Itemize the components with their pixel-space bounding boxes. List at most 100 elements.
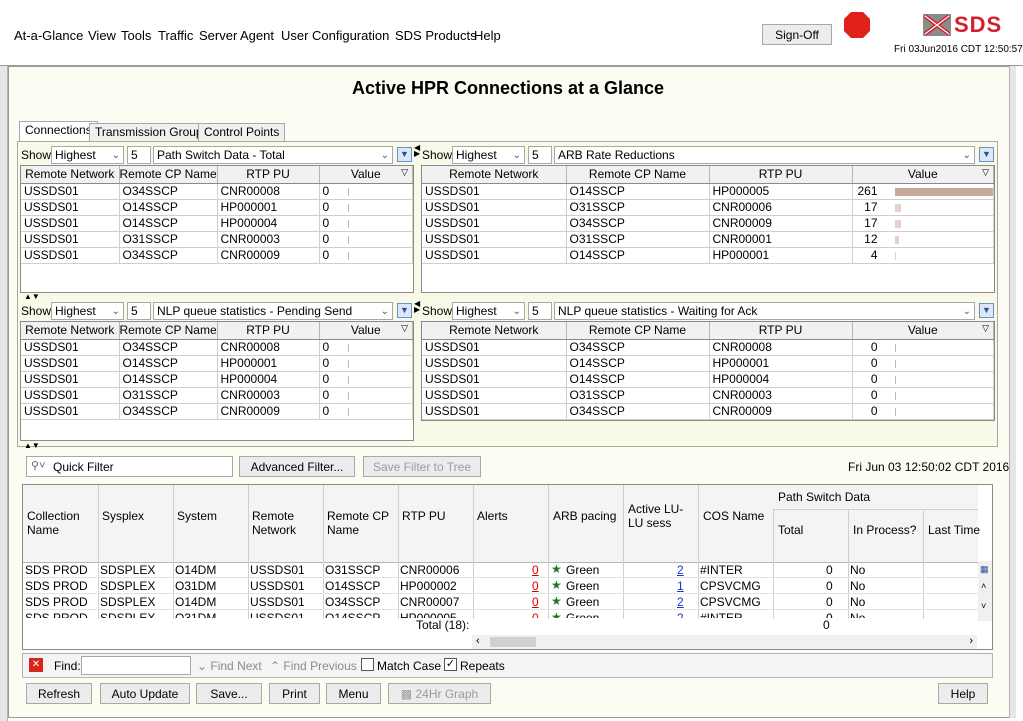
table-row[interactable]: USSDS01 O34SSCP CNR00008 0 [21, 183, 413, 200]
table-row[interactable]: USSDS01 O14SSCP HP000001 0 [21, 199, 413, 216]
col-remote-cp-name[interactable]: Remote CP Name [119, 322, 218, 340]
menu-help[interactable]: Help [474, 28, 501, 43]
count-field[interactable]: 5 [127, 302, 151, 320]
metric-select[interactable]: NLP queue statistics - Waiting for Ack ⌄ [554, 302, 975, 320]
col-value[interactable]: Value ▽ [319, 322, 413, 340]
col-remote-network[interactable]: Remote Network [422, 166, 567, 184]
repeats-checkbox[interactable]: ✓ [444, 658, 457, 671]
find-input[interactable] [81, 656, 191, 675]
mode-select[interactable]: Highest ⌄ [51, 302, 124, 320]
metric-dropdown-button[interactable]: ▼ [397, 303, 412, 318]
save-button[interactable]: Save... [196, 683, 262, 704]
scroll-left-icon[interactable]: ‹ [476, 635, 480, 647]
filter-icon[interactable]: ▽ [982, 167, 989, 178]
table-cell[interactable]: 1 [677, 579, 684, 593]
col-value[interactable]: Value ▽ [319, 166, 413, 184]
col-rtp-pu[interactable]: RTP PU [217, 166, 320, 184]
stop-sign-icon[interactable] [843, 11, 871, 39]
col-alerts[interactable]: Alerts [477, 509, 508, 523]
col-remote-cp-name[interactable]: Remote CP Name [566, 322, 710, 340]
table-row[interactable]: USSDS01 O34SSCP CNR00008 0 [422, 339, 994, 356]
col-value[interactable]: Value ▽ [852, 166, 994, 184]
col-active-lu-lu-sess[interactable]: Active LU-LU sess [628, 502, 696, 530]
col-rtp-pu[interactable]: RTP PU [709, 322, 853, 340]
filter-icon[interactable]: ▽ [401, 167, 408, 178]
mode-select[interactable]: Highest ⌄ [51, 146, 124, 164]
table-row[interactable]: SDS PROD SDSPLEX O14DM USSDS01 O34SSCP CNR000… [23, 594, 978, 610]
menu-traffic[interactable]: Traffic [158, 28, 193, 43]
metric-dropdown-button[interactable]: ▼ [397, 147, 412, 162]
advanced-filter-button[interactable]: Advanced Filter... [239, 456, 355, 477]
sign-off-button[interactable]: Sign-Off [762, 24, 832, 45]
splitter-arrows-vertical[interactable]: ◀ ▶ [414, 300, 420, 314]
save-filter-to-tree-button[interactable]: Save Filter to Tree [363, 456, 481, 477]
metric-dropdown-button[interactable]: ▼ [979, 303, 994, 318]
horizontal-scrollbar[interactable]: ‹ › [472, 635, 977, 649]
col-last-time[interactable]: Last Time [928, 523, 980, 537]
find-next-button[interactable]: ⌄ Find Next [197, 659, 262, 673]
table-cell[interactable]: 2 [677, 595, 684, 609]
table-row[interactable]: USSDS01 O31SSCP CNR00003 0 [422, 387, 994, 404]
col-cos-name[interactable]: COS Name [703, 509, 764, 523]
table-row[interactable]: USSDS01 O31SSCP CNR00003 0 [21, 231, 413, 248]
col-remote-network[interactable]: Remote Network [422, 322, 567, 340]
table-row[interactable]: USSDS01 O14SSCP HP000004 0 [422, 371, 994, 388]
mode-select[interactable]: Highest ⌄ [452, 302, 525, 320]
menu-at-a-glance[interactable]: At-a-Glance [14, 28, 83, 43]
menu-server[interactable]: Server [199, 28, 237, 43]
col-rtp-pu[interactable]: RTP PU [402, 509, 446, 523]
table-row[interactable]: USSDS01 O14SSCP HP000001 0 [21, 355, 413, 372]
count-field[interactable]: 5 [528, 302, 552, 320]
auto-update-button[interactable]: Auto Update [100, 683, 190, 704]
table-row[interactable]: USSDS01 O14SSCP HP000001 0 [422, 355, 994, 372]
close-icon[interactable]: ✕ [29, 658, 43, 672]
column-chooser-icon[interactable]: ▦ [980, 564, 989, 575]
filter-icon[interactable]: ▽ [401, 323, 408, 334]
table-cell[interactable]: 2 [677, 611, 684, 618]
match-case-checkbox[interactable] [361, 658, 374, 671]
tab-transmission-groups[interactable]: Transmission Groups [89, 123, 215, 141]
table-cell[interactable]: 0 [532, 563, 539, 577]
quick-filter-input[interactable]: ⚲˅ Quick Filter [26, 456, 233, 477]
vertical-scrollbar[interactable]: ▦ ˄ ˅ [978, 561, 992, 621]
col-in-process[interactable]: In Process? [853, 523, 916, 537]
tab-control-points[interactable]: Control Points [198, 123, 286, 141]
col-remote-network[interactable]: Remote Network [252, 509, 312, 537]
24hr-graph-button[interactable]: ▩ 24Hr Graph [388, 683, 491, 704]
table-row[interactable]: USSDS01 O34SSCP CNR00009 17 [422, 215, 994, 232]
metric-select[interactable]: NLP queue statistics - Pending Send ⌄ [153, 302, 393, 320]
table-row[interactable]: SDS PROD SDSPLEX O31DM USSDS01 O14SSCP HP0000… [23, 578, 978, 594]
col-system[interactable]: System [177, 509, 217, 523]
col-remote-cp-name[interactable]: Remote CP Name [327, 509, 391, 537]
metric-select[interactable]: Path Switch Data - Total ⌄ [153, 146, 393, 164]
table-row[interactable]: USSDS01 O31SSCP CNR00006 17 [422, 199, 994, 216]
table-row[interactable]: USSDS01 O14SSCP HP000004 0 [21, 371, 413, 388]
print-button[interactable]: Print [269, 683, 320, 704]
scroll-right-icon[interactable]: › [969, 635, 973, 647]
col-rtp-pu[interactable]: RTP PU [217, 322, 320, 340]
menu-user[interactable]: User [281, 28, 308, 43]
metric-dropdown-button[interactable]: ▼ [979, 147, 994, 162]
col-collection-name[interactable]: Collection Name [27, 509, 95, 537]
table-cell[interactable]: 0 [532, 579, 539, 593]
table-cell[interactable]: 0 [532, 611, 539, 618]
table-row[interactable]: USSDS01 O31SSCP CNR00003 0 [21, 387, 413, 404]
find-previous-button[interactable]: ⌃ Find Previous [270, 659, 357, 673]
col-total[interactable]: Total [778, 523, 803, 537]
col-rtp-pu[interactable]: RTP PU [709, 166, 853, 184]
table-cell[interactable]: 2 [677, 563, 684, 577]
scroll-down-icon[interactable]: ˅ [981, 601, 986, 611]
col-remote-cp-name[interactable]: Remote CP Name [566, 166, 710, 184]
col-remote-network[interactable]: Remote Network [21, 166, 120, 184]
menu-configuration[interactable]: Configuration [312, 28, 389, 43]
table-row[interactable]: SDS PROD SDSPLEX O14DM USSDS01 O31SSCP CNR000… [23, 562, 978, 578]
metric-select[interactable]: ARB Rate Reductions ⌄ [554, 146, 975, 164]
col-remote-network[interactable]: Remote Network [21, 322, 120, 340]
menu-agent[interactable]: Agent [240, 28, 274, 43]
menu-sds-products[interactable]: SDS Products [395, 28, 477, 43]
table-row[interactable]: SDS PROD SDSPLEX O31DM USSDS01 O14SSCP HP0000… [23, 610, 978, 618]
table-row[interactable]: USSDS01 O34SSCP CNR00009 0 [21, 403, 413, 420]
table-row[interactable]: USSDS01 O14SSCP HP000005 261 [422, 183, 994, 200]
count-field[interactable]: 5 [127, 146, 151, 164]
col-arb-pacing[interactable]: ARB pacing [553, 509, 616, 523]
